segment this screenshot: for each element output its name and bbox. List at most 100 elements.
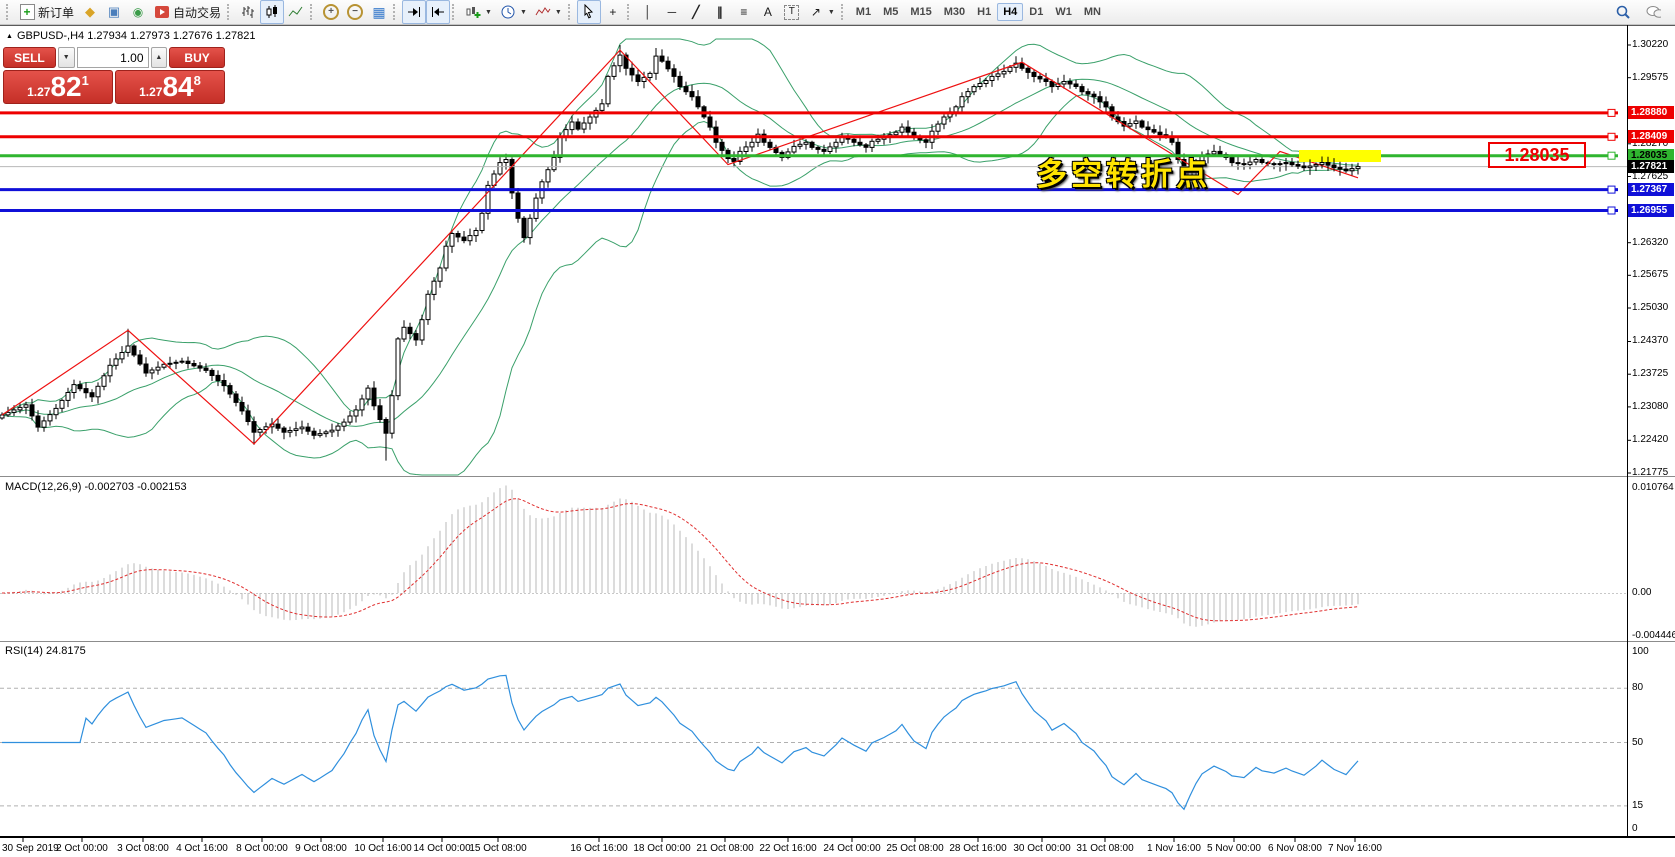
time-axis-label[interactable]: 10 Oct 16:00 — [354, 843, 411, 854]
price-line-label[interactable]: 1.28880 — [1628, 106, 1674, 119]
price-axis-tick[interactable]: 1.22420 — [1632, 434, 1668, 446]
toolbar-grip[interactable] — [840, 4, 846, 20]
line-anchor-handle[interactable] — [1607, 185, 1616, 194]
price-axis-tick[interactable]: 1.23725 — [1632, 368, 1668, 380]
time-axis-label[interactable]: 31 Oct 08:00 — [1076, 843, 1133, 854]
toolbar-grip[interactable] — [227, 4, 232, 20]
time-axis-label[interactable]: 15 Oct 08:00 — [469, 843, 526, 854]
profiles-button[interactable]: ▼ — [496, 0, 531, 24]
chart-shift-button[interactable] — [426, 0, 451, 24]
price-axis-tick[interactable]: 1.25030 — [1632, 302, 1668, 314]
line-chart-button[interactable] — [284, 0, 308, 24]
time-axis-label[interactable]: 25 Oct 08:00 — [886, 843, 943, 854]
time-axis-label[interactable]: 21 Oct 08:00 — [696, 843, 753, 854]
time-axis-label[interactable]: 28 Oct 16:00 — [949, 843, 1006, 854]
crosshair-button[interactable]: + — [601, 0, 625, 24]
vertical-line-button[interactable]: │ — [636, 0, 660, 24]
arrows-button[interactable]: ↗ ▼ — [804, 0, 839, 24]
sell-button[interactable]: SELL — [3, 47, 56, 68]
ask-price-panel[interactable]: 1.27 84 8 — [115, 70, 225, 104]
toolbar-grip[interactable] — [6, 4, 11, 20]
new-chart-button[interactable]: ▼ — [461, 0, 496, 24]
time-axis-label[interactable]: 8 Oct 00:00 — [236, 843, 288, 854]
indicators-button[interactable]: ▼ — [531, 0, 566, 24]
toolbar-grip[interactable] — [393, 4, 398, 20]
new-order-button[interactable]: + 新订单 — [15, 0, 78, 24]
toolbar-grip[interactable] — [567, 4, 573, 20]
candle-chart-button[interactable] — [260, 0, 285, 24]
zoom-in-button[interactable]: + — [319, 0, 343, 24]
label-button[interactable]: T — [780, 0, 804, 24]
bar-chart-button[interactable] — [236, 0, 260, 24]
time-axis-label[interactable]: 30 Oct 00:00 — [1013, 843, 1070, 854]
channel-button[interactable]: ∥ — [708, 0, 732, 24]
time-axis-label[interactable]: 18 Oct 00:00 — [633, 843, 690, 854]
price-axis-tick[interactable]: 1.21775 — [1632, 467, 1668, 479]
price-axis-tick[interactable]: 1.26320 — [1632, 237, 1668, 249]
autotrade-button[interactable]: 自动交易 — [150, 0, 225, 24]
time-axis-label[interactable]: 16 Oct 16:00 — [570, 843, 627, 854]
line-anchor-handle[interactable] — [1607, 108, 1616, 117]
text-button[interactable]: A — [756, 0, 780, 24]
fibonacci-button[interactable]: ≡ — [732, 0, 756, 24]
timeframe-d1-button[interactable]: D1 — [1023, 3, 1049, 21]
turning-point-annotation[interactable]: 多空转折点 — [1036, 149, 1211, 194]
time-axis-label[interactable]: 6 Nov 08:00 — [1268, 843, 1322, 854]
tile-windows-button[interactable]: ▦ — [367, 0, 391, 24]
line-anchor-handle[interactable] — [1607, 132, 1616, 141]
price-line-label[interactable]: 1.26955 — [1628, 204, 1674, 217]
timeframe-w1-button[interactable]: W1 — [1049, 3, 1078, 21]
zigzag-line[interactable] — [1, 49, 1359, 445]
price-line-label[interactable]: 1.28409 — [1628, 130, 1674, 143]
time-axis-label[interactable]: 4 Oct 16:00 — [176, 843, 228, 854]
highlight-rectangle[interactable] — [1299, 150, 1381, 162]
toolbar-grip[interactable] — [626, 4, 632, 20]
bid-price-panel[interactable]: 1.27 82 1 — [3, 70, 113, 104]
volume-increase-button[interactable]: ▲ — [150, 47, 168, 68]
timeframe-mn-button[interactable]: MN — [1078, 3, 1107, 21]
data-window-button[interactable]: ▣ — [102, 0, 126, 24]
chart-window[interactable]: ▲ GBPUSD-,H4 1.27934 1.27973 1.27676 1.2… — [0, 25, 1675, 857]
price-axis-tick[interactable]: 1.29575 — [1632, 72, 1668, 84]
timeframe-m15-button[interactable]: M15 — [904, 3, 937, 21]
timeframe-m5-button[interactable]: M5 — [877, 3, 904, 21]
time-axis-label[interactable]: 1 Nov 16:00 — [1147, 843, 1201, 854]
time-axis-label[interactable]: 3 Oct 08:00 — [117, 843, 169, 854]
price-chart-canvas[interactable] — [0, 25, 1675, 857]
navigator-button[interactable]: ◉ — [126, 0, 150, 24]
time-axis-label[interactable]: 30 Sep 2019 — [2, 843, 59, 854]
time-axis-label[interactable]: 9 Oct 08:00 — [295, 843, 347, 854]
time-axis-label[interactable]: 22 Oct 16:00 — [759, 843, 816, 854]
zoom-out-button[interactable]: − — [343, 0, 367, 24]
horizontal-line-button[interactable]: ─ — [660, 0, 684, 24]
timeframe-h1-button[interactable]: H1 — [971, 3, 997, 21]
timeframe-m30-button[interactable]: M30 — [938, 3, 971, 21]
price-axis-tick[interactable]: 1.24370 — [1632, 335, 1668, 347]
timeframe-h4-button[interactable]: H4 — [997, 3, 1024, 21]
volume-input[interactable] — [76, 47, 149, 68]
chat-button[interactable] — [1641, 0, 1665, 24]
price-callout-label[interactable]: 1.28035 — [1488, 142, 1586, 168]
time-axis-label[interactable]: 2 Oct 00:00 — [56, 843, 108, 854]
price-line-label[interactable]: 1.27367 — [1628, 183, 1674, 196]
time-axis-label[interactable]: 14 Oct 00:00 — [413, 843, 470, 854]
price-axis-tick[interactable]: 1.25675 — [1632, 269, 1668, 281]
buy-button[interactable]: BUY — [169, 47, 225, 68]
line-anchor-handle[interactable] — [1607, 151, 1616, 160]
toolbar-grip[interactable] — [310, 4, 315, 20]
trendline-button[interactable]: ╱ — [684, 0, 708, 24]
time-axis-label[interactable]: 24 Oct 00:00 — [823, 843, 880, 854]
search-button[interactable] — [1611, 0, 1635, 24]
time-axis-label[interactable]: 7 Nov 16:00 — [1328, 843, 1382, 854]
toolbar-grip[interactable] — [452, 4, 457, 20]
volume-decrease-button[interactable]: ▼ — [57, 47, 75, 68]
cursor-button[interactable] — [576, 0, 601, 24]
collapse-arrow-icon[interactable]: ▲ — [6, 33, 13, 40]
price-axis-tick[interactable]: 1.30220 — [1632, 39, 1668, 51]
auto-scroll-button[interactable] — [402, 0, 427, 24]
market-watch-button[interactable]: ◆ — [78, 0, 102, 24]
price-axis-tick[interactable]: 1.23080 — [1632, 401, 1668, 413]
timeframe-m1-button[interactable]: M1 — [850, 3, 877, 21]
time-axis-label[interactable]: 5 Nov 00:00 — [1207, 843, 1261, 854]
line-anchor-handle[interactable] — [1607, 206, 1616, 215]
